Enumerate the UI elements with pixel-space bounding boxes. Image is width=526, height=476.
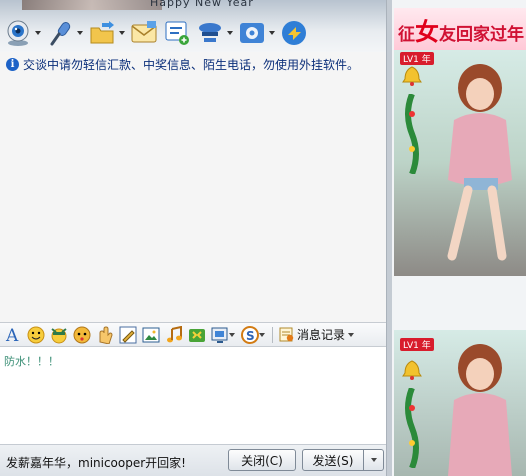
format-toolbar: A S 消息记录 bbox=[0, 322, 388, 347]
chevron-down-icon[interactable] bbox=[259, 332, 265, 337]
message-input-text[interactable]: 防水！！！ bbox=[4, 353, 59, 369]
shake-window-icon[interactable] bbox=[95, 325, 114, 344]
message-input[interactable]: 防水！！！ bbox=[0, 347, 388, 444]
chevron-down-icon[interactable] bbox=[119, 31, 125, 35]
ad-tag: LV1 年 bbox=[400, 338, 434, 351]
remote-icon bbox=[282, 21, 306, 45]
chat-window-header: Happy New Year bbox=[0, 0, 388, 52]
screenshot-icon[interactable] bbox=[210, 325, 236, 344]
svg-text:A: A bbox=[5, 326, 19, 344]
history-icon bbox=[279, 327, 294, 342]
envelope-icon bbox=[131, 21, 157, 43]
promo-link[interactable]: 发薪嘉年华，minicooper开回家! bbox=[6, 454, 186, 471]
send-options-button[interactable] bbox=[364, 449, 384, 471]
bell-icon bbox=[402, 360, 422, 380]
svg-text:S: S bbox=[246, 329, 255, 343]
info-icon: i bbox=[6, 58, 19, 71]
toolbar-divider bbox=[272, 326, 273, 343]
chat-history-pane[interactable]: i 交谈中请勿轻信汇款、中奖信息、陌生电话，勿使用外挂软件。 bbox=[0, 52, 388, 322]
advertisement-bottom[interactable]: LV1 年 bbox=[394, 330, 526, 476]
ad-tag: LV1 年 bbox=[400, 52, 434, 65]
chevron-down-icon[interactable] bbox=[348, 332, 355, 337]
contact-avatar-banner bbox=[22, 0, 162, 10]
handwriting-icon[interactable] bbox=[118, 325, 137, 344]
message-icon bbox=[165, 21, 189, 45]
invite-group-button[interactable] bbox=[196, 17, 233, 49]
contact-signature: Happy New Year bbox=[150, 0, 254, 9]
close-button[interactable]: 关闭(C) bbox=[228, 449, 296, 471]
smiley-icon[interactable] bbox=[26, 325, 45, 344]
sms-button[interactable] bbox=[163, 17, 191, 49]
folder-transfer-icon bbox=[90, 21, 114, 44]
microphone-icon bbox=[50, 22, 71, 46]
image-icon[interactable] bbox=[141, 325, 160, 344]
chevron-down-icon bbox=[370, 458, 377, 462]
message-history-label: 消息记录 bbox=[297, 328, 346, 342]
cool-face-icon[interactable] bbox=[49, 325, 68, 344]
bell-icon bbox=[402, 66, 422, 86]
bottom-bar: 发薪嘉年华，minicooper开回家! 关闭(C) 发送(S) bbox=[0, 444, 388, 476]
music-icon[interactable] bbox=[164, 325, 183, 344]
chevron-down-icon[interactable] bbox=[35, 31, 41, 35]
font-icon[interactable]: A bbox=[3, 325, 22, 344]
ad-banner-text: 征女友回家过年 bbox=[398, 17, 524, 46]
chevron-down-icon[interactable] bbox=[269, 31, 275, 35]
remote-assist-button[interactable] bbox=[280, 17, 308, 49]
chevron-down-icon[interactable] bbox=[77, 31, 83, 35]
ad-banner: 征女友回家过年 bbox=[394, 8, 526, 50]
voice-chat-button[interactable] bbox=[46, 17, 83, 49]
security-notice-text: 交谈中请勿轻信汇款、中奖信息、陌生电话，勿使用外挂软件。 bbox=[23, 58, 360, 72]
message-history-button[interactable]: 消息记录 bbox=[279, 326, 355, 343]
video-chat-button[interactable] bbox=[4, 17, 41, 49]
garland-decoration bbox=[405, 388, 419, 468]
garland-decoration bbox=[405, 94, 419, 174]
settings-app-icon bbox=[240, 23, 264, 43]
send-button[interactable]: 发送(S) bbox=[302, 449, 364, 471]
ad-panel: 征女友回家过年 LV1 年 LV1 年 bbox=[392, 0, 526, 476]
game-icon[interactable] bbox=[187, 325, 206, 344]
security-notice: i 交谈中请勿轻信汇款、中奖信息、陌生电话，勿使用外挂软件。 bbox=[6, 56, 359, 73]
group-icon bbox=[199, 23, 221, 42]
chat-toolbar bbox=[4, 16, 313, 50]
apps-button[interactable] bbox=[238, 17, 275, 49]
search-icon[interactable]: S bbox=[240, 325, 266, 344]
send-email-button[interactable] bbox=[130, 17, 158, 49]
chevron-down-icon[interactable] bbox=[227, 31, 233, 35]
webcam-icon bbox=[7, 20, 29, 46]
chevron-down-icon[interactable] bbox=[229, 332, 235, 337]
advertisement-top[interactable]: 征女友回家过年 LV1 年 bbox=[394, 8, 526, 276]
send-file-button[interactable] bbox=[88, 17, 125, 49]
magic-face-icon[interactable] bbox=[72, 325, 91, 344]
